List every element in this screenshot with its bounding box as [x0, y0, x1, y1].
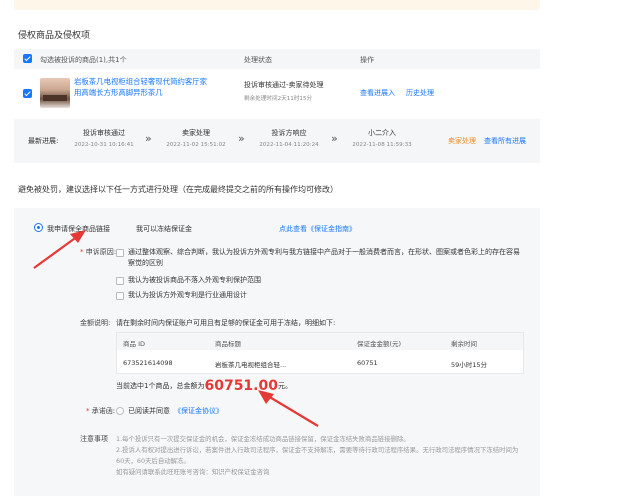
step-arrow-icon: »: [145, 132, 152, 145]
product-name-link[interactable]: 岩板茶几电视柜组合轻奢现代简约客厅家用高端长方形高脚异形茶几: [74, 76, 210, 98]
deposit-guide-link[interactable]: 点此查看《保证金指南》: [279, 224, 356, 234]
step-arrow-icon: »: [238, 132, 245, 145]
reason-checkbox[interactable]: [116, 249, 124, 257]
apply-guarantee-label[interactable]: 我申请保全商品链接: [47, 224, 110, 234]
reason-checkbox[interactable]: [116, 277, 124, 285]
deposit-table-header: 商品 ID 商品标题 保证金金额(元) 剩余时间: [117, 333, 523, 350]
product-thumbnail[interactable]: [40, 78, 70, 108]
promise-label: 承诺函:: [86, 406, 115, 416]
select-all-checkbox[interactable]: [23, 54, 32, 63]
progress-step: 小二介入 2022-11-08 11:59:33: [352, 129, 412, 148]
progress-step: 投诉审核通过 2022-10-31 10:16:41: [74, 129, 134, 148]
status-remaining-time: 剩余处理时间2天11时15分: [244, 96, 313, 102]
select-all-label: 勾选被投诉的商品(1),共1个: [40, 56, 127, 64]
agree-radio[interactable]: [116, 407, 124, 415]
col-action: 操作: [360, 56, 374, 64]
notes-label: 注意事项: [80, 435, 108, 443]
history-link[interactable]: 历史处理: [406, 88, 434, 98]
deposit-table-row: 673521614098 岩板茶几电视柜组合轻... 60751 59小时15分: [123, 359, 488, 369]
amount-desc: 请在剩余时间内保证账户可用且有足够的保证金可用于冻结，明细如下:: [116, 319, 336, 327]
amount-label: 金额说明:: [80, 319, 111, 327]
row-checkbox[interactable]: [23, 89, 32, 98]
view-progress-link[interactable]: 查看进展入: [360, 88, 395, 98]
apply-guarantee-radio[interactable]: [34, 223, 43, 232]
reason-text: 我认为被投诉商品不落入外观专利保护范围: [128, 276, 261, 284]
seller-action-link[interactable]: 卖家处理: [448, 136, 476, 146]
option-row: 我申请保全商品链接 我可以冻结保证金 点此查看《保证金指南》: [14, 220, 540, 236]
freeze-deposit-option[interactable]: 我可以冻结保证金: [136, 224, 192, 234]
progress-step: 卖家处理 2022-11-02 15:51:02: [166, 129, 226, 148]
progress-step: 投诉方响应 2022-11-04 11:20:24: [259, 129, 319, 148]
status-text: 投诉审核通过-卖家待处理: [244, 81, 324, 89]
total-amount-value: 60751.00: [204, 378, 278, 394]
section-title: 侵权商品及侵权项: [18, 31, 91, 41]
view-all-progress-link[interactable]: 查看所有进展: [484, 136, 526, 146]
top-banner: [14, 0, 540, 10]
progress-bar: 最新进展: 投诉审核通过 2022-10-31 10:16:41 » 卖家处理 …: [14, 119, 540, 163]
agree-text: 已阅读并同意: [128, 407, 170, 415]
progress-label: 最新进展:: [28, 137, 59, 145]
appeal-reason-label: 申诉原因:: [80, 247, 116, 257]
table-row: 岩板茶几电视柜组合轻奢现代简约客厅家用高端长方形高脚异形茶几 投诉审核通过-卖家…: [14, 72, 540, 118]
reason-text: 通过整体观察、综合判断，我认为投诉方外观专利与我方链接中产品对于一般消费者而言，…: [128, 248, 520, 267]
total-amount-text: 当前选中1个商品，总金额为60751.00元。: [116, 378, 292, 394]
reason-text: 我认为投诉方外观专利是行业通用设计: [128, 291, 247, 299]
reason-checkbox[interactable]: [116, 292, 124, 300]
notice-text: 避免被处罚，建议选择以下任一方式进行处理（在完成最终提交之前的所有操作均可修改）: [18, 185, 338, 194]
step-arrow-icon: »: [331, 132, 338, 145]
deposit-table: 商品 ID 商品标题 保证金金额(元) 剩余时间 673521614098 岩板…: [116, 332, 524, 374]
table-header: 勾选被投诉的商品(1),共1个 处理状态 操作: [14, 49, 540, 69]
notes-text: 1.每个投诉只有一次提交保证金的机会，保证金冻结成功商品链接保留，保证金冻结失败…: [116, 435, 519, 476]
agreement-link[interactable]: 《保证金协议》: [174, 406, 223, 416]
col-status: 处理状态: [244, 56, 272, 64]
handling-panel: 我申请保全商品链接 我可以冻结保证金 点此查看《保证金指南》 申诉原因: 通过整…: [14, 208, 540, 496]
